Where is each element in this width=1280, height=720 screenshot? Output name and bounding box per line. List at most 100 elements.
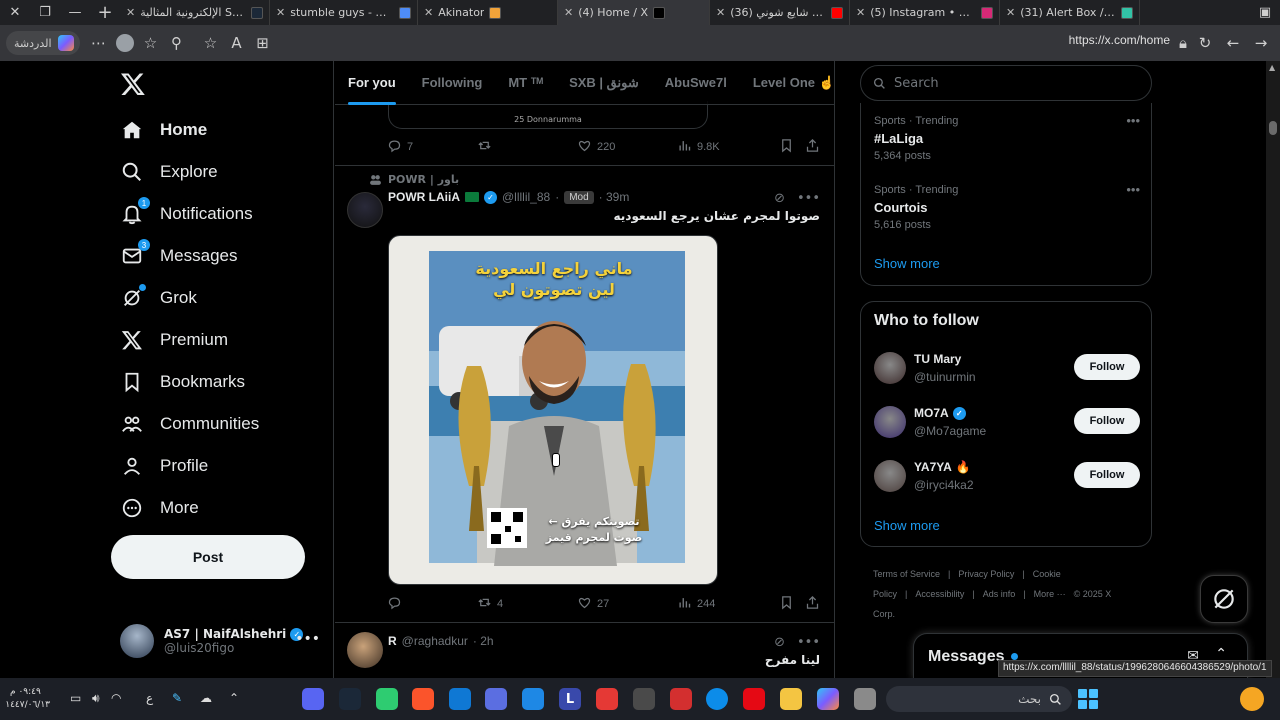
browser-tab[interactable]: ✕ (5) Instagram • الرسائل xyxy=(850,0,1000,25)
nav-item-messages[interactable]: 3 Messages xyxy=(120,239,237,272)
windows-start-icon[interactable] xyxy=(1078,689,1098,709)
trend-item[interactable]: Sports · Trending Courtois 5,616 posts ••• xyxy=(874,182,1140,231)
share-button[interactable] xyxy=(805,138,820,156)
clock[interactable]: ٠٩:٤٩ م ١٤٤٧/٠٦/١٣ xyxy=(5,686,50,712)
close-tab-icon[interactable]: ✕ xyxy=(276,6,285,19)
tweet-author-name[interactable]: R xyxy=(388,634,397,648)
repost-button[interactable]: 4 xyxy=(477,595,503,613)
cloud-icon[interactable]: ☁ xyxy=(200,691,212,705)
more-icon[interactable]: ••• xyxy=(1126,182,1140,197)
feed-tab[interactable]: Following xyxy=(409,61,496,105)
grok-icon[interactable]: ⊘ xyxy=(774,191,785,206)
favorites-icon[interactable]: ☆ xyxy=(138,30,164,56)
more-icon[interactable]: ••• xyxy=(1126,113,1140,128)
feed-tab[interactable]: SXB | شونق xyxy=(556,61,652,105)
browser-tab[interactable]: ✕ (31) Alert Box / Stream xyxy=(1000,0,1140,25)
youtube-icon[interactable] xyxy=(596,688,618,710)
embedded-card[interactable]: 25 Donnarumma xyxy=(388,101,708,129)
discord-icon[interactable] xyxy=(302,688,324,710)
battery-icon[interactable]: ▭ xyxy=(70,691,81,705)
steam-icon[interactable] xyxy=(339,688,361,710)
nav-item-explore[interactable]: Explore xyxy=(120,156,218,188)
profile-icon[interactable] xyxy=(112,30,138,56)
extensions-icon[interactable]: ⚲ xyxy=(164,30,190,56)
more-options-icon[interactable]: ⋯ xyxy=(86,30,112,56)
store-icon[interactable] xyxy=(633,688,655,710)
feed-tab[interactable]: For you xyxy=(335,61,409,105)
tab-actions-icon[interactable]: ▣ xyxy=(1250,0,1280,25)
like-button[interactable]: 27 xyxy=(577,595,609,613)
more-icon[interactable]: ••• xyxy=(295,631,320,647)
l-app-icon[interactable]: L xyxy=(559,688,581,710)
follow-suggestion[interactable]: TU Mary @tuinurmin Follow xyxy=(874,348,1140,388)
feed-tab[interactable]: MT ᵀᴹ xyxy=(495,61,556,105)
address-bar[interactable]: https://x.com/home xyxy=(1069,33,1170,47)
follow-button[interactable]: Follow xyxy=(1074,462,1140,488)
shield-app-icon[interactable] xyxy=(670,688,692,710)
restore-window-icon[interactable]: ❐ xyxy=(30,0,60,25)
outlook-icon[interactable] xyxy=(449,688,471,710)
scrollbar[interactable]: ▲ xyxy=(1266,61,1280,678)
avatar[interactable] xyxy=(347,632,383,668)
nav-item-communities[interactable]: Communities xyxy=(120,408,259,440)
tweet-time[interactable]: · 2h xyxy=(473,634,494,648)
close-tab-icon[interactable]: ✕ xyxy=(126,6,135,19)
footer-link[interactable]: Accessibility xyxy=(915,589,964,599)
new-tab-icon[interactable]: + xyxy=(90,0,120,25)
avatar[interactable] xyxy=(874,460,906,492)
read-aloud-icon[interactable]: A xyxy=(224,30,250,56)
close-tab-icon[interactable]: ✕ xyxy=(564,6,573,19)
browser-tab[interactable]: ✕ stumble guys - بحث xyxy=(270,0,418,25)
folder-icon[interactable] xyxy=(780,688,802,710)
refresh-icon[interactable]: ↻ xyxy=(1192,30,1218,56)
brave-icon[interactable] xyxy=(412,688,434,710)
browser-tab[interactable]: ✕ الإلكترونية المثالية Steam xyxy=(120,0,270,25)
avatar[interactable] xyxy=(347,192,383,228)
footer-link[interactable]: More ··· xyxy=(1034,589,1066,599)
windows-app-icon[interactable] xyxy=(854,688,876,710)
trend-item[interactable]: Sports · Trending #LaLiga 5,364 posts ••• xyxy=(874,113,1140,162)
close-tab-icon[interactable]: ✕ xyxy=(424,6,433,19)
footer-link[interactable]: Ads info xyxy=(983,589,1016,599)
trends-show-more[interactable]: Show more xyxy=(874,256,940,271)
nav-item-grok[interactable]: Grok xyxy=(120,282,197,314)
browser-tab[interactable]: ✕ (4) Home / X xyxy=(558,0,710,25)
nav-item-premium[interactable]: Premium xyxy=(120,324,228,356)
nav-item-notifications[interactable]: 1 Notifications xyxy=(120,197,253,230)
copilot-icon[interactable] xyxy=(817,688,839,710)
more-icon[interactable]: ••• xyxy=(797,635,820,650)
browser-tab[interactable]: ✕ Akinator xyxy=(418,0,558,25)
nav-item-profile[interactable]: Profile xyxy=(120,450,208,482)
follow-show-more[interactable]: Show more xyxy=(874,518,940,533)
chevron-up-icon[interactable]: ⌃ xyxy=(229,691,239,705)
repost-button[interactable] xyxy=(477,138,497,156)
scrollbar-thumb[interactable] xyxy=(1269,121,1277,135)
notification-avatar-icon[interactable] xyxy=(1240,687,1264,711)
tweet-image[interactable]: ماني راجع السعودية لين تصوتون لي تصويتكم… xyxy=(388,235,718,585)
nav-item-more[interactable]: More xyxy=(120,492,199,524)
reply-button[interactable] xyxy=(387,595,407,613)
nav-item-home[interactable]: Home xyxy=(120,114,207,146)
account-switcher[interactable]: AS7 | NaifAlshehri ✓ @luis20figo ••• xyxy=(120,621,320,661)
close-tab-icon[interactable]: ✕ xyxy=(1006,6,1015,19)
post-button[interactable]: Post xyxy=(111,535,305,579)
netflix-icon[interactable] xyxy=(743,688,765,710)
forward-icon[interactable]: → xyxy=(1248,30,1274,56)
minimize-window-icon[interactable]: — xyxy=(60,0,90,25)
back-icon[interactable]: ← xyxy=(1220,30,1246,56)
more-icon[interactable]: ••• xyxy=(797,191,820,206)
bookmark-button[interactable] xyxy=(779,138,794,156)
feed-tab[interactable]: Level One ☝ xyxy=(740,61,834,105)
follow-button[interactable]: Follow xyxy=(1074,354,1140,380)
follow-suggestion[interactable]: YA7YA 🔥 @iryci4ka2 Follow xyxy=(874,456,1140,496)
browser-tab[interactable]: ✕ (36) شيله ابو شايع شوني xyxy=(710,0,850,25)
close-tab-icon[interactable]: ✕ xyxy=(716,6,725,19)
edge-icon[interactable] xyxy=(706,688,728,710)
scroll-up-icon[interactable]: ▲ xyxy=(1269,63,1275,72)
app-grid-icon[interactable]: ⊞ xyxy=(250,30,276,56)
nav-item-bookmarks[interactable]: Bookmarks xyxy=(120,366,245,398)
wifi-icon[interactable]: ◠ xyxy=(111,691,121,705)
tweet-author-handle[interactable]: @raghadkur xyxy=(402,634,468,648)
x-logo-icon[interactable] xyxy=(118,69,148,99)
grok-icon[interactable]: ⊘ xyxy=(774,635,785,650)
